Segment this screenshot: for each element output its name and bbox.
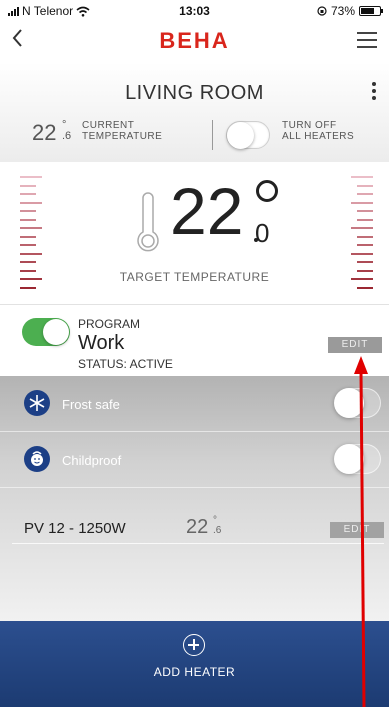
scale-tick	[357, 261, 373, 263]
program-panel: PROGRAM Work STATUS: ACTIVE EDIT	[0, 304, 389, 376]
target-temperature-panel[interactable]: 22 0 TARGET TEMPERATURE	[0, 162, 389, 304]
nav-bar: BEHA	[0, 22, 389, 62]
scale-tick	[20, 261, 36, 263]
scale-tick	[20, 201, 42, 204]
scale-tick	[357, 184, 373, 187]
scale-tick	[351, 227, 373, 229]
program-toggle[interactable]	[22, 318, 70, 346]
current-temp-whole: 22	[32, 120, 57, 145]
menu-button[interactable]	[357, 32, 377, 48]
heater-edit-button[interactable]: EDIT	[330, 522, 384, 538]
scale-tick	[20, 252, 42, 255]
current-temperature-label: CURRENT TEMPERATURE	[82, 120, 163, 142]
heater-temperature: 22 ° .6	[186, 515, 222, 539]
target-temp-whole: 22	[170, 174, 244, 248]
scale-tick	[357, 244, 373, 246]
heater-settings: Frost safe Childproof PV 12 - 1250W 22 °…	[0, 376, 389, 621]
scale-tick	[351, 201, 373, 204]
frost-safe-label: Frost safe	[62, 397, 120, 412]
degree-symbol	[256, 180, 278, 202]
heater-divider	[12, 543, 384, 544]
heater-name: PV 12 - 1250W	[24, 520, 126, 537]
childproof-toggle[interactable]	[334, 444, 381, 474]
scale-tick	[357, 210, 373, 212]
status-bar: N Telenor 13:03 73%	[0, 0, 389, 22]
child-face-icon	[24, 446, 50, 472]
frost-safe-row: Frost safe	[0, 376, 389, 432]
turn-off-heaters-label: TURN OFF ALL HEATERS	[282, 120, 355, 142]
target-temp-frac: 0	[255, 218, 270, 248]
heater-row[interactable]: PV 12 - 1250W 22 ° .6 EDIT	[0, 516, 389, 544]
scale-tick	[357, 218, 373, 221]
plus-circle-icon	[183, 634, 205, 656]
program-edit-button[interactable]: EDIT	[328, 337, 382, 353]
childproof-row: Childproof	[0, 432, 389, 488]
scale-tick	[20, 176, 42, 178]
scale-tick	[357, 235, 373, 238]
scale-tick	[20, 286, 36, 289]
turn-off-heaters-toggle[interactable]	[226, 121, 270, 149]
battery-icon	[359, 6, 383, 16]
room-title: LIVING ROOM	[125, 82, 264, 104]
scale-tick	[357, 193, 373, 195]
frost-safe-toggle[interactable]	[334, 388, 381, 418]
orientation-lock-icon	[317, 6, 327, 16]
scale-tick	[20, 184, 36, 187]
program-name: Work	[78, 332, 125, 354]
scale-tick	[20, 235, 36, 238]
scale-tick	[20, 210, 36, 212]
add-heater-button[interactable]: ADD HEATER	[0, 621, 389, 707]
battery-percent: 73%	[330, 4, 355, 18]
room-header: LIVING ROOM 22 ° .6 CURRENT TEMPERATURE T…	[0, 62, 389, 162]
header-divider	[212, 120, 213, 150]
thermometer-icon	[137, 192, 159, 252]
room-options-button[interactable]	[369, 82, 379, 104]
program-status: STATUS: ACTIVE	[78, 357, 173, 371]
scale-tick	[20, 218, 36, 221]
add-heater-label: ADD HEATER	[153, 665, 236, 679]
scale-tick	[20, 244, 36, 246]
scale-tick	[351, 176, 373, 178]
app-logo: BEHA	[159, 28, 230, 53]
scale-tick	[20, 193, 36, 195]
target-temperature-label: TARGET TEMPERATURE	[119, 270, 270, 284]
current-temperature: 22 ° .6	[32, 120, 71, 146]
program-label: PROGRAM	[78, 317, 141, 331]
scale-tick	[351, 252, 373, 255]
battery-info: 73%	[317, 4, 383, 18]
current-temp-frac: ° .6	[62, 119, 72, 142]
scale-tick	[357, 286, 373, 289]
childproof-label: Childproof	[62, 453, 122, 468]
scale-tick	[20, 227, 42, 229]
snowflake-icon	[24, 390, 50, 416]
battery-level	[361, 8, 375, 14]
